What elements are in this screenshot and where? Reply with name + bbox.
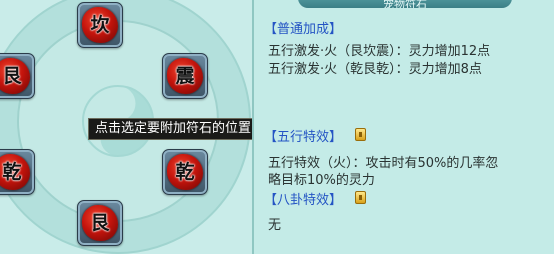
common-bonus-header: 【普通加成】 <box>264 22 343 37</box>
rune-slot-lower-right[interactable]: 乾 <box>162 149 208 195</box>
rune-slot-upper-left[interactable]: 艮 <box>0 53 35 99</box>
rune-slot-label: 震 <box>175 65 195 87</box>
bagua-effect-header: 【八卦特效】 <box>264 193 343 208</box>
rune-slot-upper-right[interactable]: 震 <box>162 53 208 99</box>
common-bonus-line: 五行激发·火（艮坎震）：灵力增加12点 <box>268 44 491 59</box>
rune-stone-screen: 坎 艮 震 乾 乾 艮 点击选定要附加符石的位置 宠物符石 【普通加成】 五行激… <box>0 0 554 254</box>
common-bonus-line: 五行激发·火（乾艮乾）：灵力增加8点 <box>268 62 482 77</box>
rune-slot-lower-left[interactable]: 乾 <box>0 149 35 195</box>
rune-slot-label: 乾 <box>2 161 22 183</box>
panel-title: 宠物符石 <box>298 0 512 8</box>
rune-slot-label: 坎 <box>90 14 110 36</box>
rune-slot-label: 艮 <box>90 212 110 234</box>
rune-slot-label: 艮 <box>2 65 22 87</box>
coin-icon <box>355 191 366 204</box>
rune-slot-bottom[interactable]: 艮 <box>77 200 123 246</box>
coin-icon <box>355 128 366 141</box>
rune-slot-top[interactable]: 坎 <box>77 2 123 48</box>
rune-info-panel: 宠物符石 【普通加成】 五行激发·火（艮坎震）：灵力增加12点 五行激发·火（乾… <box>252 0 554 254</box>
rune-slot-label: 乾 <box>175 161 195 183</box>
slot-hint-tooltip: 点击选定要附加符石的位置 <box>88 118 259 140</box>
wuxing-effect-header: 【五行特效】 <box>264 130 343 145</box>
bagua-effect-value: 无 <box>268 218 282 233</box>
wuxing-effect-line: 略目标10%的灵力 <box>268 173 375 188</box>
